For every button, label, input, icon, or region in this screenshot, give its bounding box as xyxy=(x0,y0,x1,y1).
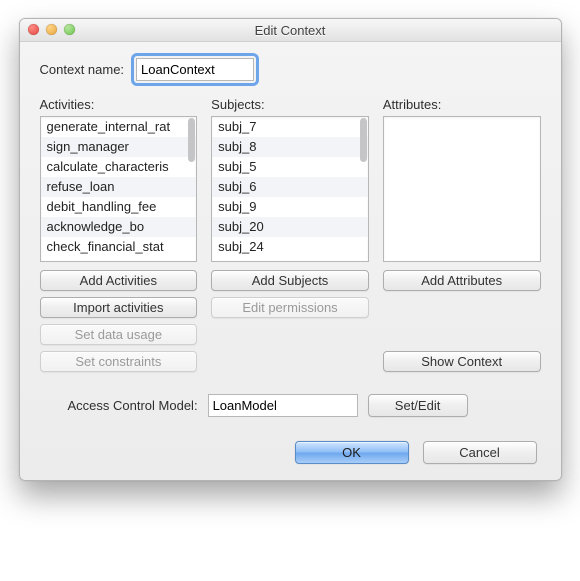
list-item[interactable]: subj_6 xyxy=(212,177,368,197)
dialog-footer: OK Cancel xyxy=(40,441,541,464)
set-edit-button[interactable]: Set/Edit xyxy=(368,394,468,417)
acm-input[interactable] xyxy=(208,394,358,417)
scrollbar[interactable] xyxy=(359,118,367,260)
spacer xyxy=(383,317,541,343)
spacer xyxy=(383,291,541,317)
scrollbar-thumb[interactable] xyxy=(360,118,367,162)
acm-label: Access Control Model: xyxy=(68,398,198,413)
list-item[interactable]: acknowledge_bo xyxy=(41,217,197,237)
subjects-listbox[interactable]: subj_7 subj_8 subj_5 subj_6 subj_9 subj_… xyxy=(211,116,369,262)
import-activities-button[interactable]: Import activities xyxy=(40,297,198,318)
dialog-window: Edit Context Context name: Activities: g… xyxy=(19,18,562,481)
context-name-label: Context name: xyxy=(40,62,125,77)
list-item[interactable]: subj_9 xyxy=(212,197,368,217)
list-item[interactable]: check_financial_stat xyxy=(41,237,197,257)
list-item[interactable]: subj_5 xyxy=(212,157,368,177)
activities-listbox[interactable]: generate_internal_rat sign_manager calcu… xyxy=(40,116,198,262)
activities-column: Activities: generate_internal_rat sign_m… xyxy=(40,97,198,372)
scrollbar-thumb[interactable] xyxy=(188,118,195,162)
show-context-button[interactable]: Show Context xyxy=(383,351,541,372)
zoom-icon[interactable] xyxy=(64,24,75,35)
list-item[interactable]: refuse_loan xyxy=(41,177,197,197)
add-subjects-button[interactable]: Add Subjects xyxy=(211,270,369,291)
list-item[interactable]: calculate_characteris xyxy=(41,157,197,177)
edit-permissions-button: Edit permissions xyxy=(211,297,369,318)
list-item[interactable]: subj_24 xyxy=(212,237,368,257)
list-item[interactable]: subj_7 xyxy=(212,117,368,137)
set-data-usage-button: Set data usage xyxy=(40,324,198,345)
set-constraints-button: Set constraints xyxy=(40,351,198,372)
context-name-input[interactable] xyxy=(136,58,254,81)
dialog-content: Context name: Activities: generate_inter… xyxy=(20,42,561,480)
ok-button[interactable]: OK xyxy=(295,441,409,464)
window-controls xyxy=(28,24,75,35)
scrollbar[interactable] xyxy=(187,118,195,260)
close-icon[interactable] xyxy=(28,24,39,35)
list-item[interactable]: subj_20 xyxy=(212,217,368,237)
activities-label: Activities: xyxy=(40,97,198,112)
minimize-icon[interactable] xyxy=(46,24,57,35)
columns: Activities: generate_internal_rat sign_m… xyxy=(40,97,541,372)
focus-ring xyxy=(134,56,256,83)
list-item[interactable]: sign_manager xyxy=(41,137,197,157)
attributes-listbox[interactable] xyxy=(383,116,541,262)
list-item[interactable]: generate_internal_rat xyxy=(41,117,197,137)
window-title: Edit Context xyxy=(20,23,561,38)
cancel-button[interactable]: Cancel xyxy=(423,441,537,464)
subjects-column: Subjects: subj_7 subj_8 subj_5 subj_6 su… xyxy=(211,97,369,372)
titlebar: Edit Context xyxy=(20,19,561,42)
add-activities-button[interactable]: Add Activities xyxy=(40,270,198,291)
attributes-column: Attributes: Add Attributes Show Context xyxy=(383,97,541,372)
access-control-model-row: Access Control Model: Set/Edit xyxy=(68,394,541,417)
add-attributes-button[interactable]: Add Attributes xyxy=(383,270,541,291)
list-item[interactable]: subj_8 xyxy=(212,137,368,157)
attributes-label: Attributes: xyxy=(383,97,541,112)
subjects-label: Subjects: xyxy=(211,97,369,112)
list-item[interactable]: debit_handling_fee xyxy=(41,197,197,217)
context-name-row: Context name: xyxy=(40,56,541,83)
